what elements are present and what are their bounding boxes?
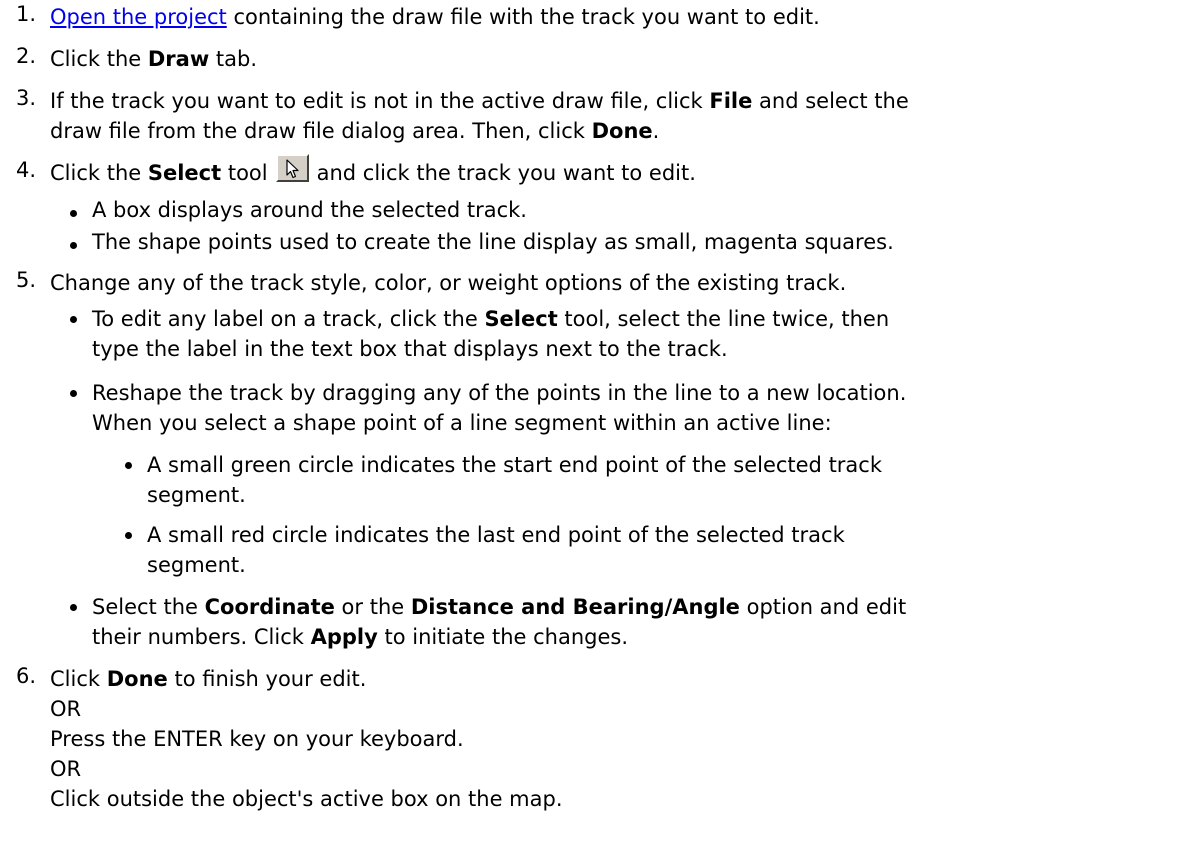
step-text: and click the track you want to edit. <box>316 161 696 185</box>
bullet-dot <box>70 604 77 611</box>
step-text: tool <box>221 161 268 185</box>
list-item: A small green circle indicates the start… <box>125 450 882 510</box>
bullet-dot <box>70 316 77 323</box>
alt-step-text: Click outside the object's active box on… <box>50 787 563 811</box>
step-text: Change any of the track style, color, or… <box>50 271 847 295</box>
step-number: 5. <box>15 268 36 292</box>
select-arrow-icon <box>286 159 299 179</box>
step-text: If the track you want to edit is not in … <box>50 89 710 113</box>
draw-tab-term: Draw <box>147 47 210 71</box>
bullet-dot <box>70 210 77 217</box>
bullet-dot <box>125 532 132 539</box>
step-number: 2. <box>15 44 36 68</box>
or-separator: OR <box>50 697 82 721</box>
help-page: 1. Open the project containing the draw … <box>0 0 1202 858</box>
step-text: Click the <box>50 47 148 71</box>
bullet-dot <box>70 242 77 249</box>
list-item: A box displays around the selected track… <box>70 198 527 222</box>
select-term: Select <box>147 161 222 185</box>
file-term: File <box>709 89 753 113</box>
bullet-dot <box>125 462 132 469</box>
done-term: Done <box>591 119 653 143</box>
bullet-dot <box>70 390 77 397</box>
step-number: 4. <box>15 158 36 182</box>
coordinate-term: Coordinate <box>204 595 335 619</box>
step-number: 3. <box>15 86 36 110</box>
select-tool-button[interactable] <box>275 154 309 182</box>
list-item: To edit any label on a track, click the … <box>70 304 889 364</box>
select-term: Select <box>484 307 558 331</box>
apply-term: Apply <box>310 625 378 649</box>
or-separator: OR <box>50 757 82 781</box>
step-text: . <box>652 119 660 143</box>
list-item: Select the Coordinate or the Distance an… <box>70 592 906 652</box>
list-item: A small red circle indicates the last en… <box>125 520 845 580</box>
alt-step-text: Press the ENTER key on your keyboard. <box>50 727 464 751</box>
open-project-link[interactable]: Open the project <box>50 5 227 29</box>
step-text: Click the <box>50 161 148 185</box>
step-text: draw file from the draw file dialog area… <box>50 119 592 143</box>
step-number: 1. <box>15 2 36 26</box>
step-text: tab. <box>209 47 258 71</box>
list-item: The shape points used to create the line… <box>70 230 894 254</box>
distance-bearing-term: Distance and Bearing/Angle <box>410 595 740 619</box>
list-item: Reshape the track by dragging any of the… <box>70 378 906 438</box>
done-term: Done <box>106 667 168 691</box>
step-number: 6. <box>15 664 36 688</box>
step-text: containing the draw file with the track … <box>226 5 820 29</box>
step-text: and select the <box>752 89 909 113</box>
